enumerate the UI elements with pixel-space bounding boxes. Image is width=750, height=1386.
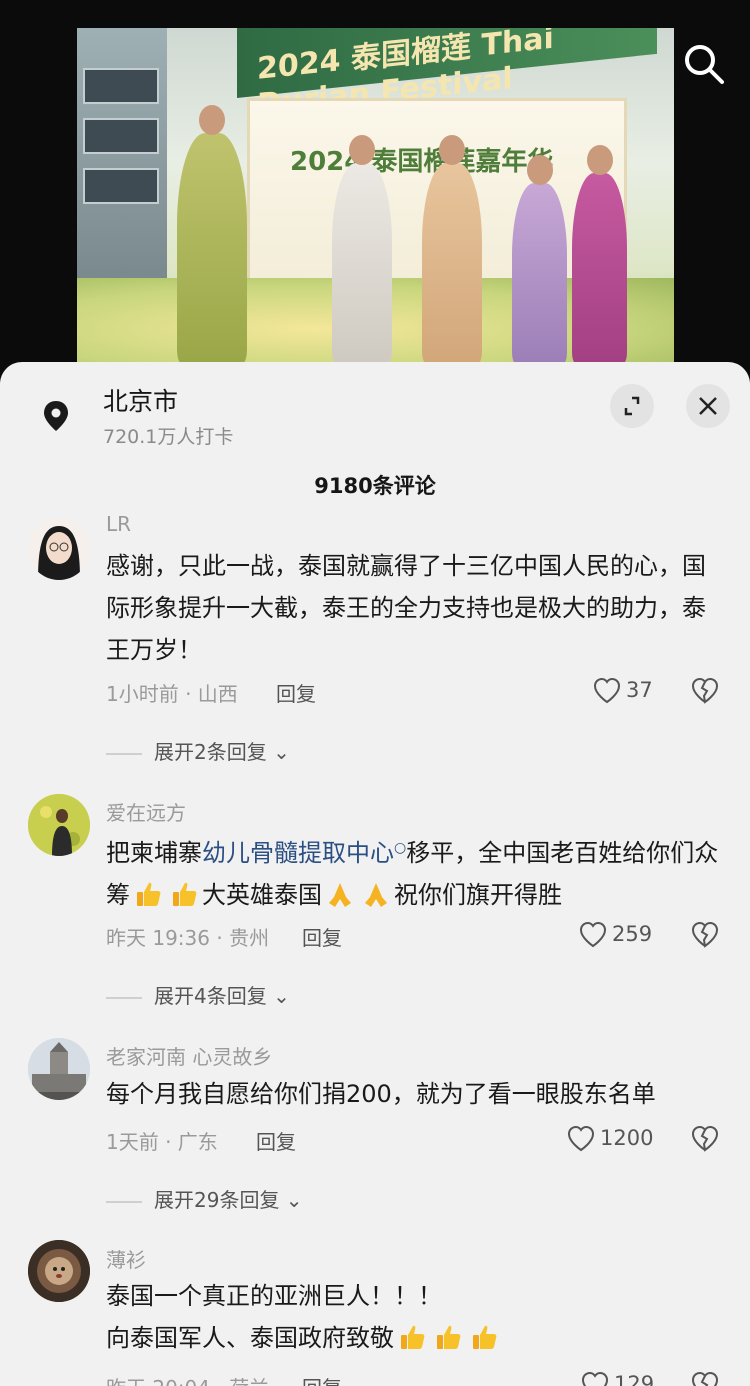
expand-replies[interactable]: 展开2条回复 ⌄ [106,736,290,765]
search-icon[interactable] [682,42,726,86]
video-area[interactable]: 2024 泰国榴莲 Thai Durian Festival 2024 泰国榴莲… [0,0,750,380]
expand-replies[interactable]: 展开29条回复 ⌄ [106,1184,303,1213]
thumbs-up-emoji [433,1322,463,1352]
like-button[interactable]: 259 [578,920,698,950]
comment-username[interactable]: 老家河南 心灵故乡 [106,1041,272,1070]
broken-heart-icon [691,1125,719,1152]
thumbs-up-emoji [133,879,163,909]
comment-text: 感谢，只此一战，泰国就赢得了十三亿中国人民的心，国际形象提升一大截，泰王的全力支… [106,552,706,664]
chevron-down-icon: ⌄ [279,1188,303,1212]
comment-time-location: 1小时前 · 山西 [106,682,238,706]
comment-sheet: 北京市 720.1万人打卡 9180条评论 LR 感谢，只此一战，泰国就赢得了十… [0,362,750,1386]
heart-icon [593,677,621,704]
like-button[interactable]: 1200 [566,1124,686,1154]
comment-time-location: 昨天 19:36 · 贵州 [106,926,270,950]
heart-icon [567,1125,595,1152]
performer [512,155,567,363]
expand-icon[interactable] [610,384,654,428]
dislike-button[interactable] [690,676,720,706]
comment-text: 每个月我自愿给你们捐200，就为了看一眼股东名单 [106,1080,656,1108]
dislike-button[interactable] [690,1124,720,1154]
performer [422,135,482,363]
location-name: 北京市 [103,387,179,416]
avatar[interactable] [28,1038,90,1100]
stage-banner: 2024 泰国榴莲 Thai Durian Festival [237,28,657,123]
comment-username[interactable]: 爱在远方 [106,797,186,826]
reply-button[interactable]: 回复 [256,1126,296,1155]
dislike-button[interactable] [690,920,720,950]
search-icon: ○ [394,840,407,856]
broken-heart-icon [691,921,719,948]
expand-replies[interactable]: 展开4条回复 ⌄ [106,980,290,1009]
broken-heart-icon [691,677,719,704]
location-checkins: 720.1万人打卡 [103,426,234,448]
reply-button[interactable]: 回复 [276,678,316,707]
reply-button[interactable]: 回复 [302,922,342,951]
comment-text: 泰国一个真正的亚洲巨人！！！ 向泰国军人、泰国政府致敬 [106,1275,726,1359]
reply-button[interactable]: 回复 [302,1372,342,1386]
chevron-down-icon: ⌄ [266,740,290,764]
comment-time-location: 昨天 20:04 · 荷兰 [106,1372,269,1386]
avatar[interactable] [28,518,90,580]
dislike-button[interactable] [690,1370,720,1386]
like-count: 259 [612,922,653,946]
comment-text: 把柬埔寨幼儿骨髓提取中心○移平，全中国老百姓给你们众筹 大英雄泰国 祝你们旗开得胜 [106,839,719,909]
search-link[interactable]: 幼儿骨髓提取中心○ [202,839,406,867]
festival-photo: 2024 泰国榴莲 Thai Durian Festival 2024 泰国榴莲… [77,28,674,363]
location-pin-icon [36,395,76,435]
like-count: 1200 [600,1126,654,1150]
comment-item: 老家河南 心灵故乡 每个月我自愿给你们捐200，就为了看一眼股东名单 1天前 ·… [0,1038,750,1238]
thumbs-up-emoji [469,1322,499,1352]
performer [572,145,627,363]
performer [177,105,247,363]
praying-hands-emoji [361,879,391,909]
comment-username[interactable]: 薄衫 [106,1244,146,1273]
comment-username[interactable]: LR [106,512,131,536]
avatar[interactable] [28,794,90,856]
comment-item: 薄衫 泰国一个真正的亚洲巨人！！！ 向泰国军人、泰国政府致敬 昨天 20:04 … [0,1240,750,1386]
performer [332,135,392,363]
close-icon[interactable] [686,384,730,428]
like-button[interactable]: 129 [580,1370,700,1386]
comment-time-location: 1天前 · 广东 [106,1130,218,1154]
like-count: 37 [626,678,653,702]
thumbs-up-emoji [169,879,199,909]
location-row[interactable]: 北京市 720.1万人打卡 [0,362,750,462]
avatar[interactable] [28,1240,90,1302]
heart-icon [581,1371,609,1386]
like-count: 129 [614,1372,655,1386]
comment-item: 爱在远方 把柬埔寨幼儿骨髓提取中心○移平，全中国老百姓给你们众筹 大英雄泰国 祝你们… [0,794,750,1024]
chevron-down-icon: ⌄ [266,984,290,1008]
thumbs-up-emoji [397,1322,427,1352]
comment-item: LR 感谢，只此一战，泰国就赢得了十三亿中国人民的心，国际形象提升一大截，泰王的… [0,512,750,765]
broken-heart-icon [691,1371,719,1386]
heart-icon [579,921,607,948]
comment-count: 9180条评论 [314,474,436,498]
praying-hands-emoji [325,879,355,909]
